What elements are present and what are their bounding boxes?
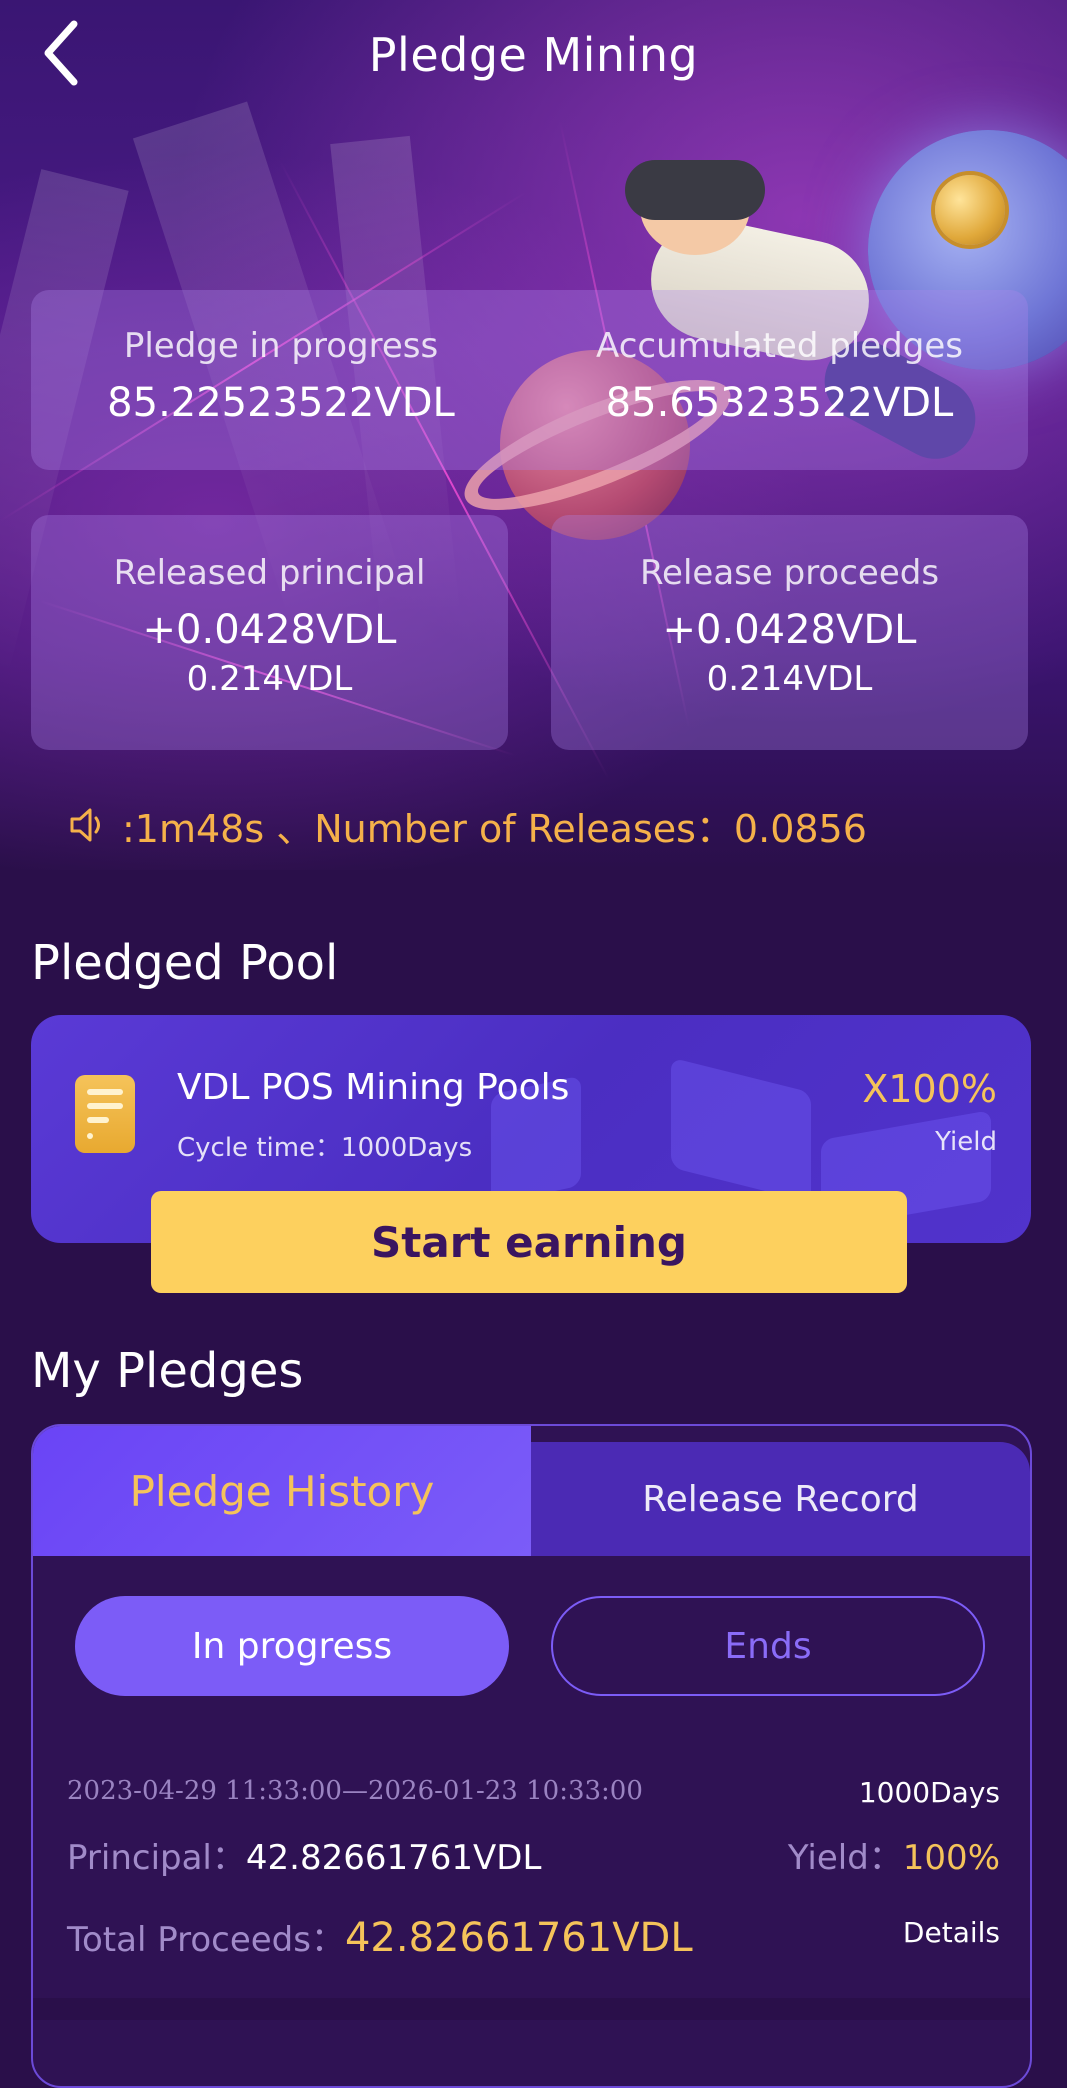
tab-release-record[interactable]: Release Record bbox=[531, 1442, 1030, 1556]
filter-ends[interactable]: Ends bbox=[551, 1596, 985, 1696]
pool-name: VDL POS Mining Pools bbox=[177, 1067, 570, 1108]
my-pledges-heading: My Pledges bbox=[31, 1343, 304, 1399]
release-ticker: :1m48s 、Number of Releases：0.0856 bbox=[66, 795, 966, 855]
pledge-in-progress-label: Pledge in progress bbox=[123, 326, 439, 366]
pool-yield-value: X100% bbox=[862, 1067, 997, 1111]
release-proceeds-total: 0.214VDL bbox=[706, 659, 873, 699]
my-pledges-panel: Pledge History Release Record In progres… bbox=[31, 1424, 1032, 2088]
accumulated-pledges-label: Accumulated pledges bbox=[596, 326, 963, 366]
app-header: Pledge Mining bbox=[0, 0, 1067, 110]
record-principal-value: 42.82661761VDL bbox=[245, 1838, 542, 1878]
released-principal-total: 0.214VDL bbox=[186, 659, 353, 699]
record-total-label: Total Proceeds： bbox=[67, 1920, 345, 1960]
record-date-range: 2023-04-29 11:33:00—2026-01-23 10:33:00 bbox=[67, 1776, 643, 1806]
page-title: Pledge Mining bbox=[368, 28, 699, 82]
release-proceeds-card: Release proceeds +0.0428VDL 0.214VDL bbox=[551, 515, 1028, 750]
pledge-summary-card: Pledge in progress 85.22523522VDL Accumu… bbox=[31, 290, 1028, 470]
record-total-value: 42.82661761VDL bbox=[344, 1915, 693, 1961]
record-details-link[interactable]: Details bbox=[903, 1916, 1000, 1949]
accumulated-pledges-stat: Accumulated pledges 85.65323522VDL bbox=[531, 326, 1028, 426]
start-earning-button[interactable]: Start earning bbox=[151, 1191, 907, 1293]
release-proceeds-value: +0.0428VDL bbox=[662, 607, 917, 653]
pool-yield-label: Yield bbox=[935, 1127, 997, 1157]
speaker-icon bbox=[70, 808, 100, 842]
vr-headset-illustration bbox=[625, 160, 765, 220]
accumulated-pledges-value: 85.65323522VDL bbox=[605, 380, 954, 426]
pledge-in-progress-value: 85.22523522VDL bbox=[107, 380, 455, 426]
pledge-in-progress-stat: Pledge in progress 85.22523522VDL bbox=[31, 326, 531, 426]
released-principal-label: Released principal bbox=[113, 553, 426, 593]
record-yield: Yield：100% bbox=[788, 1830, 1000, 1879]
back-button[interactable] bbox=[38, 18, 94, 88]
record-yield-value: 100% bbox=[902, 1838, 1000, 1878]
record-total-proceeds: Total Proceeds：42.82661761VDL bbox=[67, 1912, 693, 1961]
coin-icon bbox=[935, 175, 1005, 245]
record-yield-label: Yield： bbox=[787, 1838, 903, 1878]
chevron-left-icon bbox=[44, 20, 78, 86]
release-proceeds-label: Release proceeds bbox=[639, 553, 940, 593]
pledged-pool-heading: Pledged Pool bbox=[31, 935, 339, 991]
released-principal-card: Released principal +0.0428VDL 0.214VDL bbox=[31, 515, 508, 750]
document-icon bbox=[75, 1075, 135, 1153]
ticker-text: :1m48s 、Number of Releases：0.0856 bbox=[122, 806, 867, 851]
record-principal: Principal：42.82661761VDL bbox=[67, 1830, 541, 1879]
record-principal-label: Principal： bbox=[67, 1838, 246, 1878]
pool-decoration bbox=[671, 1057, 811, 1203]
tab-pledge-history[interactable]: Pledge History bbox=[33, 1426, 531, 1556]
released-principal-value: +0.0428VDL bbox=[142, 607, 397, 653]
filter-in-progress[interactable]: In progress bbox=[75, 1596, 509, 1696]
pool-cycle-time: Cycle time：1000Days bbox=[177, 1133, 473, 1163]
record-divider bbox=[33, 1998, 1030, 2020]
record-duration: 1000Days bbox=[858, 1776, 1000, 1809]
